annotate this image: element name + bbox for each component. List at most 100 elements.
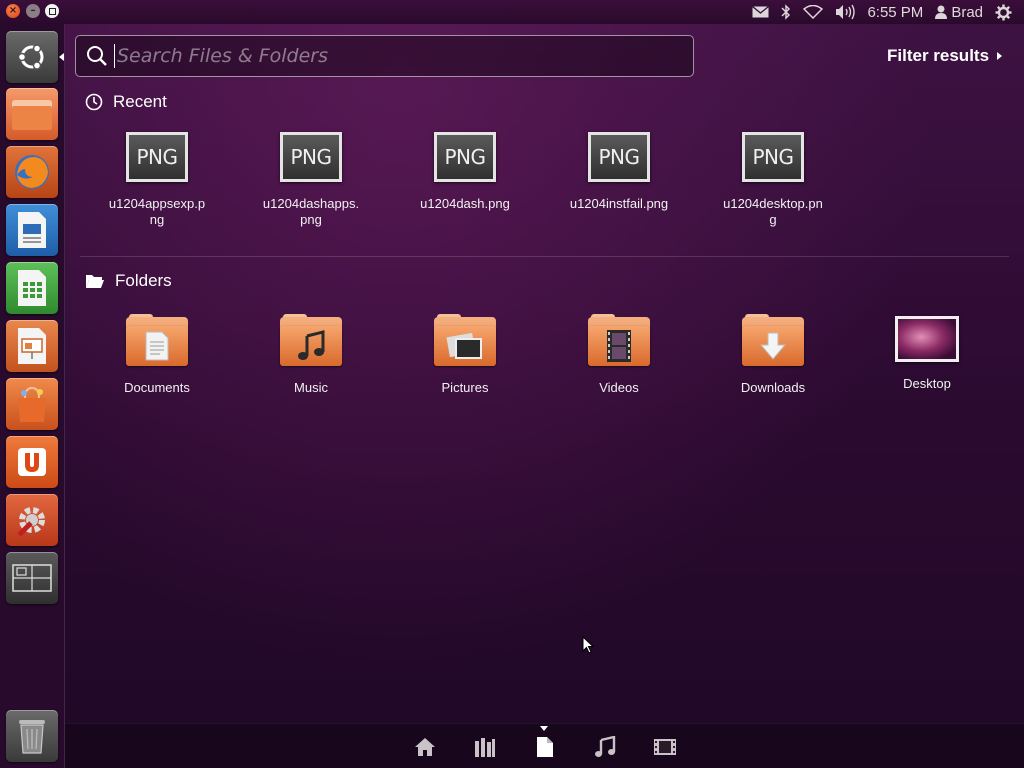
- ubuntu-logo-icon: [17, 44, 44, 70]
- launcher-libreoffice-calc[interactable]: [6, 262, 58, 314]
- recent-file-item[interactable]: PNG u1204desktop.png: [696, 132, 850, 228]
- folder-name: Documents: [124, 380, 190, 395]
- shopping-bag-icon: [18, 386, 46, 422]
- home-lens-button[interactable]: [413, 735, 437, 759]
- settings-gear-wrench-icon: [17, 507, 45, 537]
- folder-item-music[interactable]: Music: [234, 310, 388, 396]
- sound-menu[interactable]: [829, 0, 861, 24]
- recent-heading: Recent: [113, 92, 167, 111]
- pictures-folder-icon: [434, 314, 496, 366]
- files-lens-button[interactable]: [533, 735, 557, 759]
- active-lens-indicator: [540, 726, 548, 731]
- file-type-badge: PNG: [444, 145, 486, 169]
- user-name: Brad: [951, 3, 983, 21]
- folder-name: Desktop: [903, 376, 951, 391]
- volume-icon: [836, 4, 856, 20]
- png-file-icon: PNG: [742, 132, 804, 182]
- videos-folder-icon: [588, 314, 650, 366]
- user-menu[interactable]: Brad: [929, 0, 989, 24]
- launcher-workspace-switcher[interactable]: [6, 552, 58, 604]
- folder-item-documents[interactable]: Documents: [80, 310, 234, 396]
- search-box[interactable]: [75, 35, 694, 77]
- file-type-badge: PNG: [136, 145, 178, 169]
- recent-section-header: Recent: [85, 92, 167, 112]
- folder-item-downloads[interactable]: Downloads: [696, 310, 850, 396]
- trash-icon: [19, 720, 45, 754]
- launcher-trash[interactable]: [6, 710, 58, 762]
- launcher-firefox[interactable]: [6, 146, 58, 198]
- downloads-folder-icon: [742, 314, 804, 366]
- launcher-active-indicator: [59, 53, 64, 61]
- launcher-software-center[interactable]: [6, 378, 58, 430]
- search-icon: [87, 46, 107, 66]
- video-lens-button[interactable]: [653, 735, 677, 759]
- applications-lens-icon: [475, 738, 495, 757]
- folder-item-videos[interactable]: Videos: [542, 310, 696, 396]
- indicator-area: 6:55 PM Brad: [746, 0, 1024, 24]
- launcher-libreoffice-writer[interactable]: [6, 204, 58, 256]
- music-lens-button[interactable]: [593, 735, 617, 759]
- folders-heading: Folders: [115, 271, 172, 290]
- file-name: u1204dashapps.png: [262, 196, 360, 227]
- mail-icon: [752, 6, 770, 18]
- filter-results-label: Filter results: [887, 46, 990, 65]
- dash-overlay: Filter results Recent PNG u1204appsexp.p…: [65, 24, 1024, 768]
- home-lens-icon: [415, 738, 435, 756]
- launcher: [0, 24, 65, 768]
- close-window-button[interactable]: ×: [6, 4, 20, 18]
- file-type-badge: PNG: [752, 145, 794, 169]
- png-file-icon: PNG: [126, 132, 188, 182]
- folder-icon: [12, 100, 52, 130]
- folder-name: Pictures: [441, 380, 489, 395]
- launcher-libreoffice-impress[interactable]: [6, 320, 58, 372]
- maximize-icon: [48, 7, 56, 15]
- recent-file-item[interactable]: PNG u1204instfail.png: [542, 132, 696, 228]
- folder-name: Downloads: [740, 380, 806, 395]
- folder-item-desktop[interactable]: Desktop: [850, 310, 1004, 396]
- messaging-menu[interactable]: [746, 0, 775, 24]
- music-folder-icon: [280, 314, 342, 366]
- recent-file-item[interactable]: PNG u1204appsexp.png: [80, 132, 234, 228]
- section-divider: [80, 256, 1009, 257]
- folders-section-header: Folders: [85, 271, 172, 291]
- folder-name: Music: [294, 380, 328, 395]
- applications-lens-button[interactable]: [473, 735, 497, 759]
- session-menu[interactable]: [989, 0, 1018, 24]
- files-lens-icon: [537, 737, 553, 757]
- workspace-switcher-icon: [12, 564, 52, 592]
- search-input[interactable]: [114, 44, 674, 68]
- file-name: u1204dash.png: [420, 196, 510, 211]
- clock-menu[interactable]: 6:55 PM: [861, 0, 929, 24]
- png-file-icon: PNG: [280, 132, 342, 182]
- impress-presentation-icon: [18, 328, 46, 364]
- close-icon: ×: [8, 5, 18, 16]
- launcher-system-settings[interactable]: [6, 494, 58, 546]
- bluetooth-menu[interactable]: [775, 0, 797, 24]
- folders-grid: Documents Music Pictures Videos Download…: [80, 310, 1004, 396]
- calc-spreadsheet-icon: [18, 270, 46, 306]
- recent-file-item[interactable]: PNG u1204dashapps.png: [234, 132, 388, 228]
- filter-results-toggle[interactable]: Filter results: [887, 46, 1003, 66]
- recent-file-item[interactable]: PNG u1204dash.png: [388, 132, 542, 228]
- file-type-badge: PNG: [598, 145, 640, 169]
- folder-item-pictures[interactable]: Pictures: [388, 310, 542, 396]
- minimize-window-button[interactable]: –: [26, 4, 40, 18]
- ubuntu-one-icon: [18, 448, 46, 476]
- open-folder-icon: [86, 275, 104, 288]
- folder-name: Videos: [599, 380, 639, 395]
- png-file-icon: PNG: [434, 132, 496, 182]
- maximize-window-button[interactable]: [45, 4, 59, 18]
- music-lens-icon: [595, 736, 616, 757]
- launcher-files[interactable]: [6, 88, 58, 140]
- video-lens-icon: [654, 739, 676, 755]
- writer-document-icon: [18, 212, 46, 248]
- desktop-folder-icon: [895, 316, 959, 362]
- network-menu[interactable]: [797, 0, 829, 24]
- file-name: u1204desktop.png: [723, 196, 823, 227]
- clock: 6:55 PM: [867, 3, 924, 21]
- png-file-icon: PNG: [588, 132, 650, 182]
- launcher-ubuntu-one[interactable]: [6, 436, 58, 488]
- file-name: u1204instfail.png: [569, 196, 669, 211]
- bluetooth-icon: [781, 4, 791, 20]
- dash-home-button[interactable]: [6, 31, 58, 83]
